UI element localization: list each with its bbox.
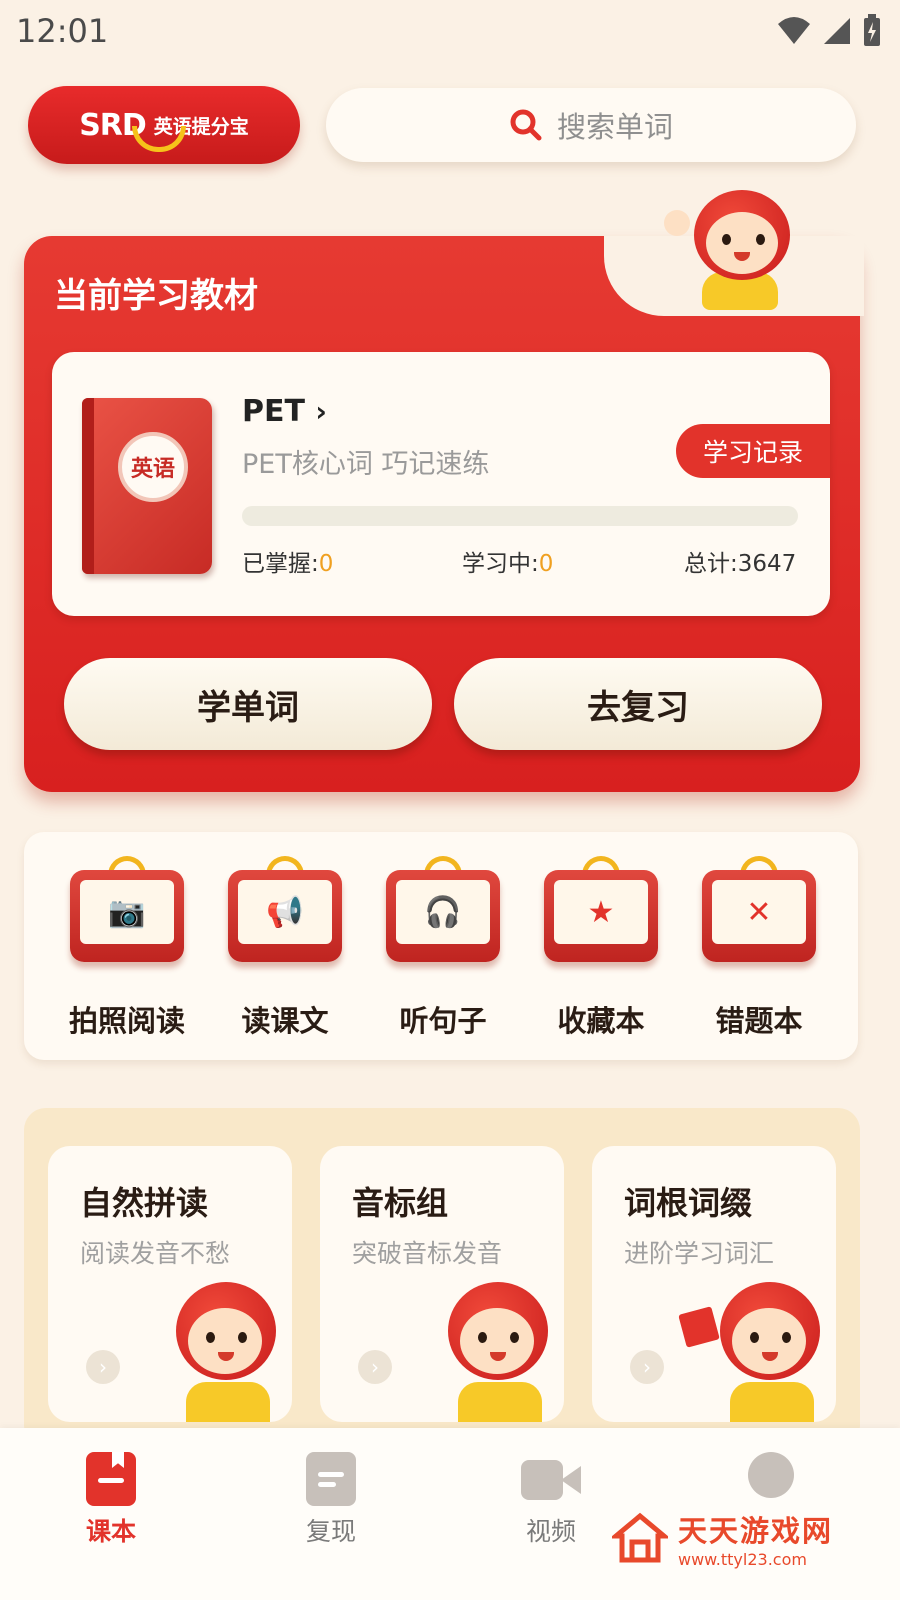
battery-icon: [864, 14, 880, 46]
progress-bar: [242, 506, 798, 526]
megaphone-icon: 📢: [238, 880, 332, 944]
search-input[interactable]: 搜索单词: [326, 88, 856, 162]
stat-mastered: 已掌握:0: [242, 551, 334, 577]
review-icon: [306, 1452, 356, 1506]
tab-review[interactable]: 复现: [286, 1452, 376, 1548]
book-cover-label: 英语: [130, 457, 175, 482]
book-description: PET核心词 巧记速练: [242, 449, 490, 480]
watermark-url: www.ttyl23.com: [678, 1549, 807, 1569]
search-icon: [510, 109, 542, 141]
status-time: 12:01: [16, 12, 109, 50]
watermark: 天天游戏网 www.ttyl23.com: [609, 1498, 900, 1578]
book-name-link[interactable]: PET ›: [242, 394, 327, 429]
watermark-title: 天天游戏网: [678, 1513, 834, 1548]
review-button[interactable]: 去复习: [454, 658, 822, 750]
book-cover: 英语: [82, 398, 212, 574]
func-read-text[interactable]: 📢 读课文: [220, 852, 350, 1042]
mascot-headset-image: [158, 1282, 288, 1422]
arrow-right-icon: ›: [630, 1350, 664, 1384]
arrow-right-icon: ›: [86, 1350, 120, 1384]
search-placeholder: 搜索单词: [556, 110, 673, 144]
chevron-right-icon: ›: [315, 395, 327, 428]
mascot-waving-image: [660, 190, 810, 310]
signal-icon: [824, 18, 850, 44]
section-title: 当前学习教材: [54, 276, 258, 316]
feature-roots-card[interactable]: 词根词缀 进阶学习词汇 ›: [592, 1146, 836, 1422]
mascot-flag-image: [678, 1282, 832, 1422]
wifi-icon: [778, 17, 810, 44]
arrow-right-icon: ›: [358, 1350, 392, 1384]
book-icon: [86, 1452, 136, 1506]
profile-icon: [748, 1452, 794, 1498]
study-record-button[interactable]: 学习记录: [676, 424, 830, 478]
watermark-logo-icon: [609, 1510, 671, 1566]
tab-profile[interactable]: [726, 1452, 816, 1498]
app-logo: SRD 英语提分宝: [28, 86, 300, 164]
tab-textbook[interactable]: 课本: [66, 1452, 156, 1548]
book-name: PET: [242, 394, 305, 429]
stat-learning: 学习中:0: [462, 551, 554, 577]
func-wrong-questions[interactable]: ✕ 错题本: [694, 852, 824, 1042]
learn-words-button[interactable]: 学单词: [64, 658, 432, 750]
headphones-icon: 🎧: [396, 880, 490, 944]
func-listen-sentences[interactable]: 🎧 听句子: [378, 852, 508, 1042]
stat-total: 总计:3647: [684, 551, 797, 577]
star-icon: ★: [554, 880, 648, 944]
video-icon: [521, 1452, 581, 1506]
status-icons: [776, 14, 882, 48]
status-bar: 12:01: [0, 0, 900, 60]
tab-video[interactable]: 视频: [506, 1452, 596, 1548]
mascot-writing-image: [430, 1282, 560, 1422]
feature-phonetic-card[interactable]: 音标组 突破音标发音 ›: [320, 1146, 564, 1422]
feature-phonics-card[interactable]: 自然拼读 阅读发音不愁 ›: [48, 1146, 292, 1422]
func-photo-reading[interactable]: 📷 拍照阅读: [62, 852, 192, 1042]
logo-smile-icon: [132, 126, 186, 152]
camera-icon: 📷: [80, 880, 174, 944]
func-favorites[interactable]: ★ 收藏本: [536, 852, 666, 1042]
cross-icon: ✕: [712, 880, 806, 944]
